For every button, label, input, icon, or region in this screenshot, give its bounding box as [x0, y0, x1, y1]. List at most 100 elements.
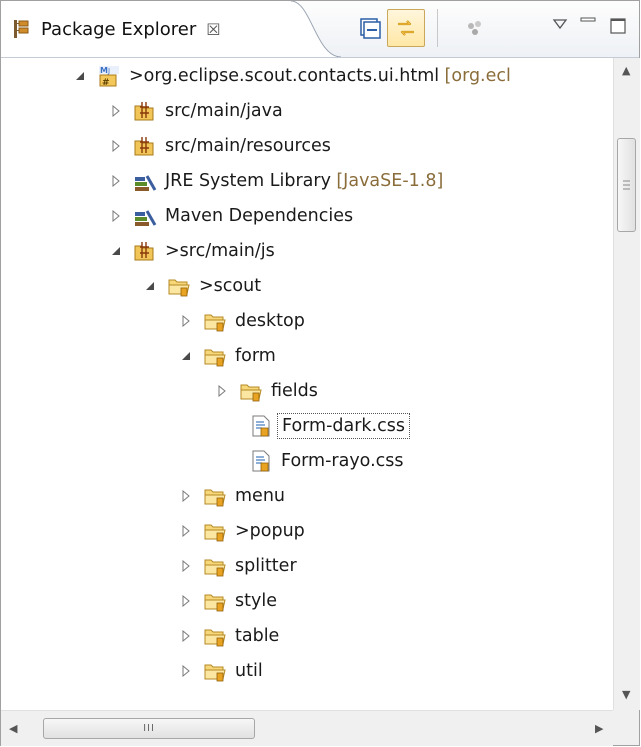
- tree-row-label: popup: [249, 520, 305, 541]
- css-file-icon: [249, 414, 273, 438]
- tree-row-prefix: >: [199, 275, 214, 296]
- focus-icon: [468, 21, 481, 35]
- collapsed-twistie-icon[interactable]: [179, 524, 193, 538]
- folder-icon: [203, 344, 227, 368]
- tree-row-scout[interactable]: > scout: [1, 268, 613, 303]
- tree-row-popup[interactable]: > popup: [1, 513, 613, 548]
- tree-row-jre-system-library[interactable]: JRE System Library [JavaSE-1.8]: [1, 163, 613, 198]
- source-folder-icon: [133, 99, 157, 123]
- collapsed-twistie-icon[interactable]: [179, 314, 193, 328]
- folder-icon: [239, 379, 263, 403]
- tree-row-label: menu: [235, 485, 285, 506]
- link-with-editor-icon: [398, 20, 414, 36]
- collapsed-twistie-icon[interactable]: [215, 384, 229, 398]
- tree-row-label: desktop: [235, 310, 305, 331]
- expanded-twistie-icon[interactable]: [109, 244, 123, 258]
- tree-row-label: style: [235, 590, 277, 611]
- scroll-left-arrow-icon[interactable]: ◀: [9, 722, 17, 735]
- horizontal-scrollbar[interactable]: ◀ III ▶: [1, 710, 613, 746]
- svg-text:M: M: [100, 66, 108, 75]
- view-header: Package Explorer ☒: [1, 1, 639, 58]
- tree-row-decoration: [JavaSE-1.8]: [336, 170, 444, 191]
- tree-row-util[interactable]: util: [1, 653, 613, 688]
- tree-row-maven-dependencies[interactable]: Maven Dependencies: [1, 198, 613, 233]
- horizontal-scroll-thumb[interactable]: III: [43, 718, 255, 739]
- collapsed-twistie-icon[interactable]: [109, 139, 123, 153]
- view-menu-icon: [552, 19, 568, 30]
- tree-row-menu[interactable]: menu: [1, 478, 613, 513]
- tree-row-project[interactable]: M J # > org.eclipse.scout.contacts.ui.ht…: [1, 58, 613, 93]
- tree-row-decoration: [org.ecl: [444, 65, 511, 86]
- project-tree[interactable]: M J # > org.eclipse.scout.contacts.ui.ht…: [1, 58, 613, 710]
- maximize-icon: [610, 18, 626, 34]
- tab-title: Package Explorer: [41, 18, 197, 40]
- tree-row-form-dark-css[interactable]: Form-dark.css: [1, 408, 613, 443]
- tree-row-label: src/main/java: [165, 100, 283, 121]
- tree-row-label: splitter: [235, 555, 297, 576]
- source-folder-icon: [133, 134, 157, 158]
- scroll-down-arrow-icon[interactable]: ▼: [622, 688, 630, 701]
- expanded-twistie-icon[interactable]: [73, 69, 87, 83]
- link-with-editor-button[interactable]: [387, 9, 425, 47]
- collapsed-twistie-icon[interactable]: [179, 489, 193, 503]
- collapsed-twistie-icon[interactable]: [109, 104, 123, 118]
- svg-text:#: #: [102, 78, 110, 88]
- tree-row-label: Form-dark.css: [277, 412, 410, 439]
- tree-row-label: JRE System Library: [165, 170, 331, 191]
- tree-row-label: table: [235, 625, 280, 646]
- expanded-twistie-icon[interactable]: [179, 349, 193, 363]
- tree-row-label: Maven Dependencies: [165, 205, 354, 226]
- folder-icon: [167, 274, 191, 298]
- maximize-button[interactable]: [599, 7, 637, 45]
- tree-row-label: src/main/js: [179, 240, 275, 261]
- tree-row-table[interactable]: table: [1, 618, 613, 653]
- tree-row-src-main-java[interactable]: src/main/java: [1, 93, 613, 128]
- vertical-scrollbar[interactable]: ▲ ▼: [613, 58, 640, 710]
- collapsed-twistie-icon[interactable]: [179, 629, 193, 643]
- tree-row-src-main-js[interactable]: > src/main/js: [1, 233, 613, 268]
- tree-row-label: fields: [271, 380, 318, 401]
- package-explorer-view: Package Explorer ☒ M J # > org.eclipse.s…: [0, 0, 640, 746]
- grip-icon: [623, 180, 630, 190]
- library-icon: [133, 169, 157, 193]
- source-folder-icon: [133, 239, 157, 263]
- tree-row-style[interactable]: style: [1, 583, 613, 618]
- vertical-scroll-thumb[interactable]: [617, 138, 636, 232]
- folder-icon: [203, 624, 227, 648]
- collapsed-twistie-icon[interactable]: [179, 594, 193, 608]
- scroll-right-arrow-icon[interactable]: ▶: [595, 722, 603, 735]
- expanded-twistie-icon[interactable]: [143, 279, 157, 293]
- collapse-all-button[interactable]: [351, 9, 389, 47]
- toolbar-separator: [437, 9, 438, 47]
- tab-curve: [291, 1, 342, 57]
- tree-row-prefix: >: [235, 520, 250, 541]
- tab-package-explorer[interactable]: Package Explorer ☒: [1, 1, 301, 57]
- minimize-icon: [580, 17, 596, 22]
- focus-button[interactable]: [456, 9, 494, 47]
- scrollbar-corner: [613, 710, 639, 745]
- tree-row-label: org.eclipse.scout.contacts.ui.html: [143, 65, 440, 86]
- tree-row-label: util: [235, 660, 263, 681]
- tree-row-desktop[interactable]: desktop: [1, 303, 613, 338]
- collapsed-twistie-icon[interactable]: [179, 664, 193, 678]
- package-explorer-icon: [11, 18, 33, 40]
- tree-row-fields[interactable]: fields: [1, 373, 613, 408]
- svg-text:J: J: [107, 67, 110, 75]
- tree-row-src-main-resources[interactable]: src/main/resources: [1, 128, 613, 163]
- tree-row-label: src/main/resources: [165, 135, 331, 156]
- folder-icon: [203, 554, 227, 578]
- library-icon: [133, 204, 157, 228]
- close-icon[interactable]: ☒: [206, 20, 220, 39]
- tree-row-label: form: [235, 345, 276, 366]
- folder-icon: [203, 589, 227, 613]
- collapsed-twistie-icon[interactable]: [179, 559, 193, 573]
- collapsed-twistie-icon[interactable]: [109, 174, 123, 188]
- collapsed-twistie-icon[interactable]: [109, 209, 123, 223]
- tree-row-form[interactable]: form: [1, 338, 613, 373]
- folder-icon: [203, 519, 227, 543]
- scroll-up-arrow-icon[interactable]: ▲: [622, 64, 630, 77]
- tree-row-splitter[interactable]: splitter: [1, 548, 613, 583]
- tree-row-prefix: >: [165, 240, 180, 261]
- collapse-all-icon: [360, 18, 381, 39]
- tree-row-form-rayo-css[interactable]: Form-rayo.css: [1, 443, 613, 478]
